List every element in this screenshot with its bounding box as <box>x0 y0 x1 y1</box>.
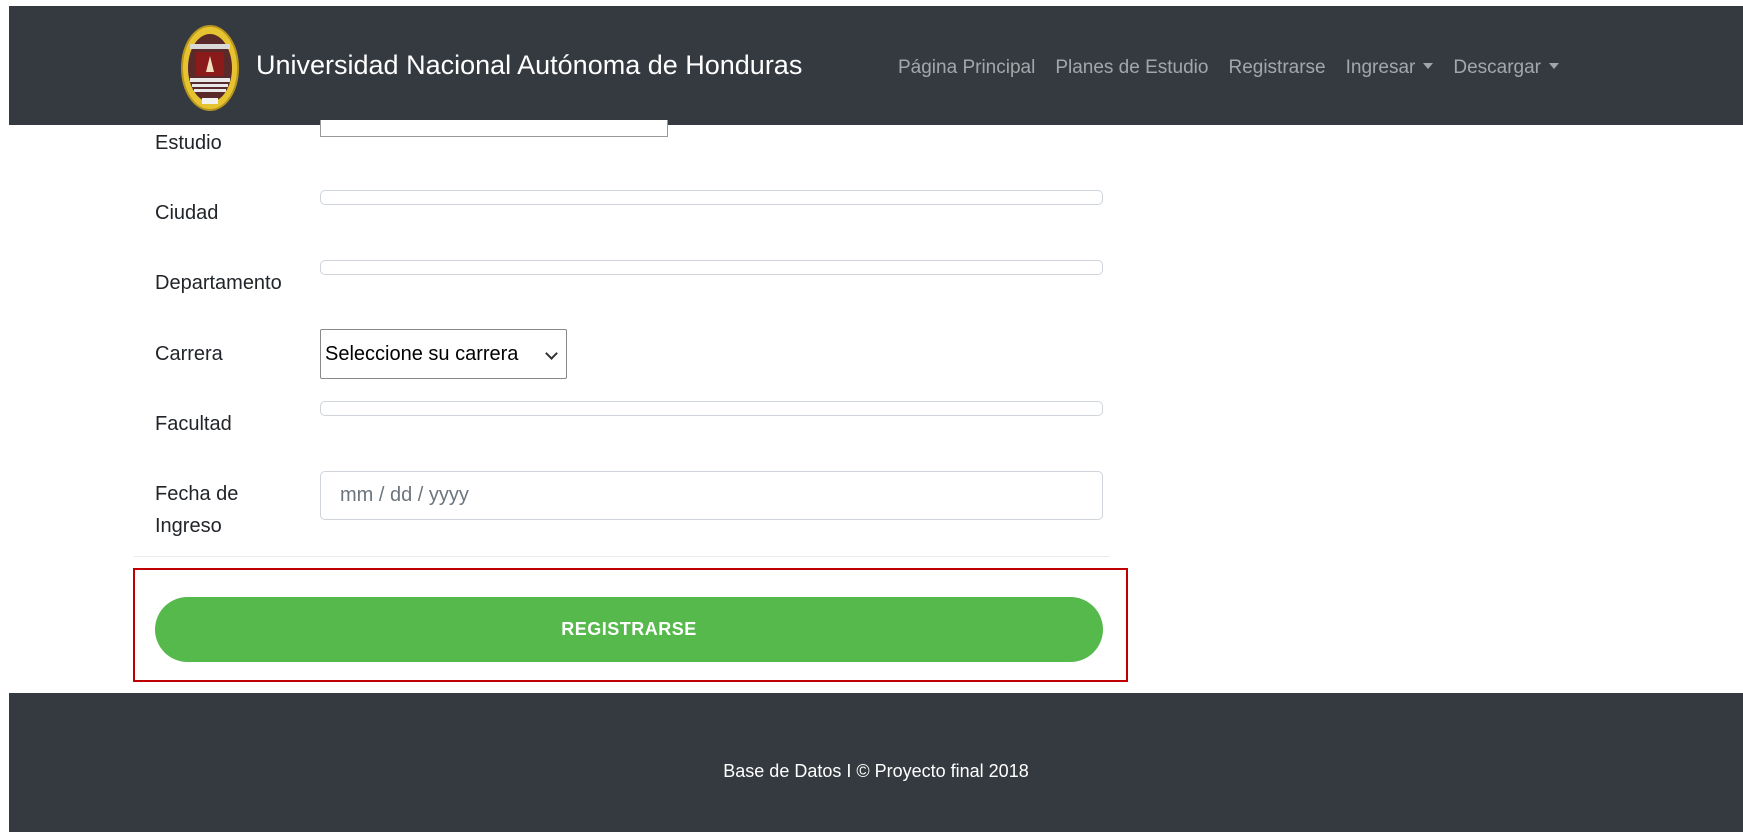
label-carrera: Carrera <box>155 343 223 365</box>
navbar: Universidad Nacional Autónoma de Hondura… <box>9 6 1743 125</box>
nav-dropdown-descargar-label: Descargar <box>1453 57 1541 78</box>
departamento-input[interactable] <box>320 260 1103 275</box>
divider <box>134 556 1110 557</box>
nav-link-pagina-principal[interactable]: Página Principal <box>898 57 1035 79</box>
fecha-ingreso-input[interactable]: mm / dd / yyyy <box>320 471 1103 520</box>
carrera-select-value: Seleccione su carrera <box>325 343 519 365</box>
brand-title[interactable]: Universidad Nacional Autónoma de Hondura… <box>256 50 802 81</box>
university-logo[interactable] <box>180 24 240 112</box>
chevron-down-icon <box>545 347 558 360</box>
label-departamento: Departamento <box>155 272 282 294</box>
footer-text: Base de Datos I © Proyecto final 2018 <box>723 761 1029 781</box>
plan-estudio-input[interactable] <box>320 120 668 137</box>
label-ciudad: Ciudad <box>155 202 219 224</box>
nav-dropdown-ingresar[interactable]: Ingresar <box>1346 57 1434 79</box>
label-estudio: Estudio <box>155 132 222 154</box>
label-fecha-line1: Fecha de <box>155 483 239 505</box>
nav-dropdown-descargar[interactable]: Descargar <box>1453 57 1559 79</box>
facultad-input[interactable] <box>320 401 1103 416</box>
footer: Base de Datos I © Proyecto final 2018 <box>9 693 1743 832</box>
page: Universidad Nacional Autónoma de Hondura… <box>0 0 1743 832</box>
register-button[interactable]: REGISTRARSE <box>155 597 1103 662</box>
nav-links: Página Principal Planes de Estudio Regis… <box>898 57 1559 79</box>
carrera-select[interactable]: Seleccione su carrera <box>320 329 567 379</box>
label-fecha-line2: Ingreso <box>155 515 222 537</box>
ciudad-input[interactable] <box>320 190 1103 205</box>
nav-link-registrarse[interactable]: Registrarse <box>1228 57 1325 79</box>
label-facultad: Facultad <box>155 413 232 435</box>
nav-dropdown-ingresar-label: Ingresar <box>1345 57 1416 78</box>
caret-down-icon <box>1549 62 1559 69</box>
nav-link-planes-de-estudio[interactable]: Planes de Estudio <box>1055 57 1208 79</box>
caret-down-icon <box>1423 62 1434 69</box>
